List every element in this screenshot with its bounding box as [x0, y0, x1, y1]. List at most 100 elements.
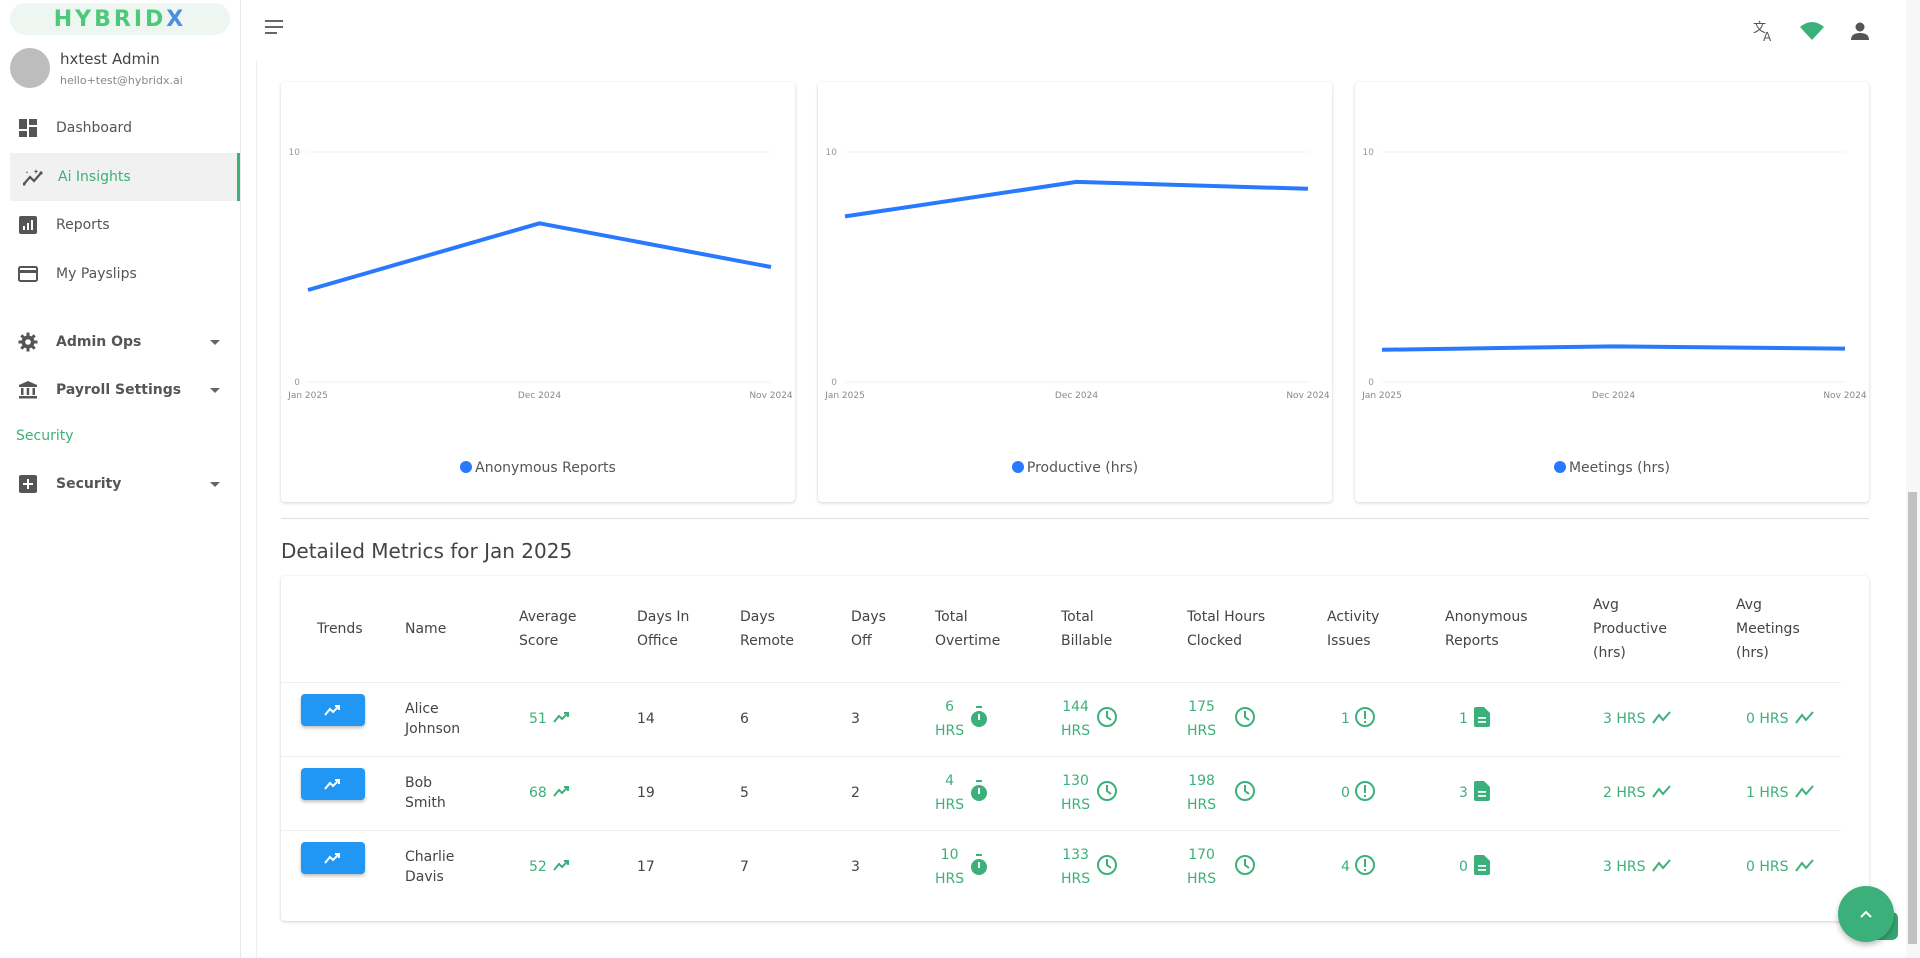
view-trends-button[interactable] [301, 842, 365, 875]
employee-name: Alice Johnson [405, 699, 519, 739]
chevron-down-icon[interactable] [210, 339, 220, 345]
total-hours-clocked: 175 HRS [1187, 699, 1217, 739]
dashboard-icon [16, 116, 40, 140]
trending-up-icon [1651, 784, 1672, 802]
total-overtime: 4 HRS [935, 773, 965, 813]
x-tick-label: Dec 2024 [1592, 391, 1635, 401]
days-remote: 5 [740, 755, 851, 830]
svg-text:A: A [1763, 30, 1772, 43]
anonymous-reports-count: 1 [1459, 711, 1468, 727]
chevron-up-icon [1860, 910, 1872, 918]
top-bar: 文A [241, 0, 1906, 60]
col-average-score: Average Score [519, 608, 577, 649]
sidebar-item-payroll-settings[interactable]: Payroll Settings [10, 366, 240, 414]
view-trends-button[interactable] [301, 694, 365, 726]
y-tick-label: 0 [294, 378, 300, 388]
sidebar-item-security[interactable]: Security [10, 460, 240, 508]
document-icon [1473, 781, 1490, 805]
trending-up-icon [324, 705, 340, 716]
anonymous-reports-count: 0 [1459, 859, 1468, 876]
user-name: hxtest Admin [60, 49, 160, 68]
user-profile: hxtest Admin hello+test@hybridx.ai [10, 48, 183, 88]
avatar[interactable] [10, 48, 50, 88]
total-hours-clocked: 170 HRS [1187, 847, 1217, 888]
chart-legend[interactable]: Productive (hrs) [818, 460, 1332, 476]
scrollbar-thumb[interactable] [1908, 492, 1917, 944]
total-overtime: 10 HRS [935, 847, 965, 888]
col-avg-meetings: Avg Meetings (hrs) [1736, 596, 1800, 661]
x-tick-label: Jan 2025 [824, 391, 865, 401]
series-line [1381, 344, 1846, 352]
clock-icon [1234, 780, 1256, 806]
clock-icon [1234, 854, 1256, 880]
scroll-to-top-button[interactable] [1838, 886, 1894, 942]
chart-card-anonymous-reports: 0 10 Jan 2025 Dec 2024 Nov 2024 Anonymous Re… [281, 82, 795, 502]
col-days-remote: Days Remote [740, 608, 795, 649]
first-name: Charlie [405, 849, 455, 866]
chart-legend[interactable]: Meetings (hrs) [1355, 460, 1869, 476]
employee-name: Bob Smith [405, 773, 519, 813]
col-days-in-office: Days In Office [637, 608, 690, 649]
user-email: hello+test@hybridx.ai [60, 73, 183, 87]
logo[interactable]: HYBRIDX [10, 3, 230, 35]
col-trends: Trends [317, 620, 363, 637]
chevron-down-icon[interactable] [210, 387, 220, 393]
days-remote: 7 [740, 829, 851, 904]
alert-circle-icon [1354, 780, 1376, 806]
stopwatch-icon [970, 780, 988, 806]
gear-icon [16, 330, 40, 354]
sidebar-item-ai-insights[interactable]: Ai Insights [10, 153, 240, 201]
x-tick-label: Jan 2025 [1361, 391, 1402, 401]
metrics-table-card: Trends Name Average Score Days In Office… [281, 576, 1869, 921]
document-icon [1473, 855, 1490, 879]
y-tick-label: 0 [831, 378, 837, 388]
main-content: 0 1 0 Jan 2025 Dec 2024 Nov 2024 Anonymous Re… [256, 60, 1896, 958]
sidebar-item-admin-ops[interactable]: Admin Ops [10, 318, 240, 366]
chevron-down-icon[interactable] [210, 481, 220, 487]
view-trends-button[interactable] [301, 768, 365, 800]
trending-up-icon [553, 859, 571, 875]
activity-issues: 4 [1341, 859, 1350, 876]
col-days-off: Days Off [851, 608, 886, 649]
document-icon [1473, 707, 1490, 731]
line-chart-productive: 0 10 Jan 2025 Dec 2024 Nov 2024 [824, 148, 1330, 401]
account-icon[interactable] [1847, 18, 1873, 44]
page-scrollbar[interactable] [1906, 0, 1920, 958]
table-row: Charlie Davis 52 17 7 3 10 HRS 133 HRS 170 H… [281, 829, 1841, 904]
col-avg-productive: Avg Productive (hrs) [1593, 596, 1667, 661]
chart-legend[interactable]: Anonymous Reports [281, 460, 795, 476]
sidebar: HYBRIDX hxtest Admin hello+test@hybridx.… [0, 0, 241, 958]
translate-icon[interactable]: 文A [1751, 18, 1777, 44]
average-score: 68 [529, 785, 547, 801]
sidebar-item-my-payslips[interactable]: My Payslips [10, 250, 240, 298]
menu-icon[interactable] [265, 20, 287, 40]
stopwatch-icon [970, 706, 988, 732]
col-total-hours-clocked: Total Hours Clocked [1187, 608, 1266, 649]
legend-label: Productive (hrs) [1026, 460, 1139, 476]
series-line [844, 179, 1309, 219]
avg-productive: 3 HRS [1603, 859, 1646, 876]
trending-up-icon [553, 711, 571, 727]
x-tick-label: Nov 2024 [1286, 391, 1330, 401]
chart-card-productive: 0 10 Jan 2025 Dec 2024 Nov 2024 Productive (… [818, 82, 1332, 502]
total-billable: 133 HRS [1061, 847, 1091, 888]
avg-meetings: 0 HRS [1746, 711, 1789, 727]
table-header-row: Trends Name Average Score Days In Office… [281, 576, 1841, 682]
x-tick-label: Jan 2025 [287, 391, 328, 401]
sidebar-item-reports[interactable]: Reports [10, 201, 240, 249]
clock-icon [1096, 706, 1118, 732]
legend-label: Meetings (hrs) [1568, 460, 1671, 476]
last-name: Smith [405, 795, 446, 811]
trending-up-icon [324, 779, 340, 790]
sidebar-item-dashboard[interactable]: Dashboard [10, 104, 240, 152]
line-chart-meetings: 0 10 Jan 2025 Dec 2024 Nov 2024 [1361, 148, 1867, 401]
bar-chart-icon [16, 213, 40, 237]
clock-icon [1234, 706, 1256, 732]
wifi-icon[interactable] [1799, 18, 1825, 44]
x-tick-label: Nov 2024 [1823, 391, 1867, 401]
col-total-billable: Total Billable [1061, 608, 1113, 649]
days-in-office: 14 [637, 681, 740, 756]
x-tick-label: Dec 2024 [1055, 391, 1098, 401]
bank-icon [16, 378, 40, 402]
trending-up-icon [553, 785, 571, 801]
